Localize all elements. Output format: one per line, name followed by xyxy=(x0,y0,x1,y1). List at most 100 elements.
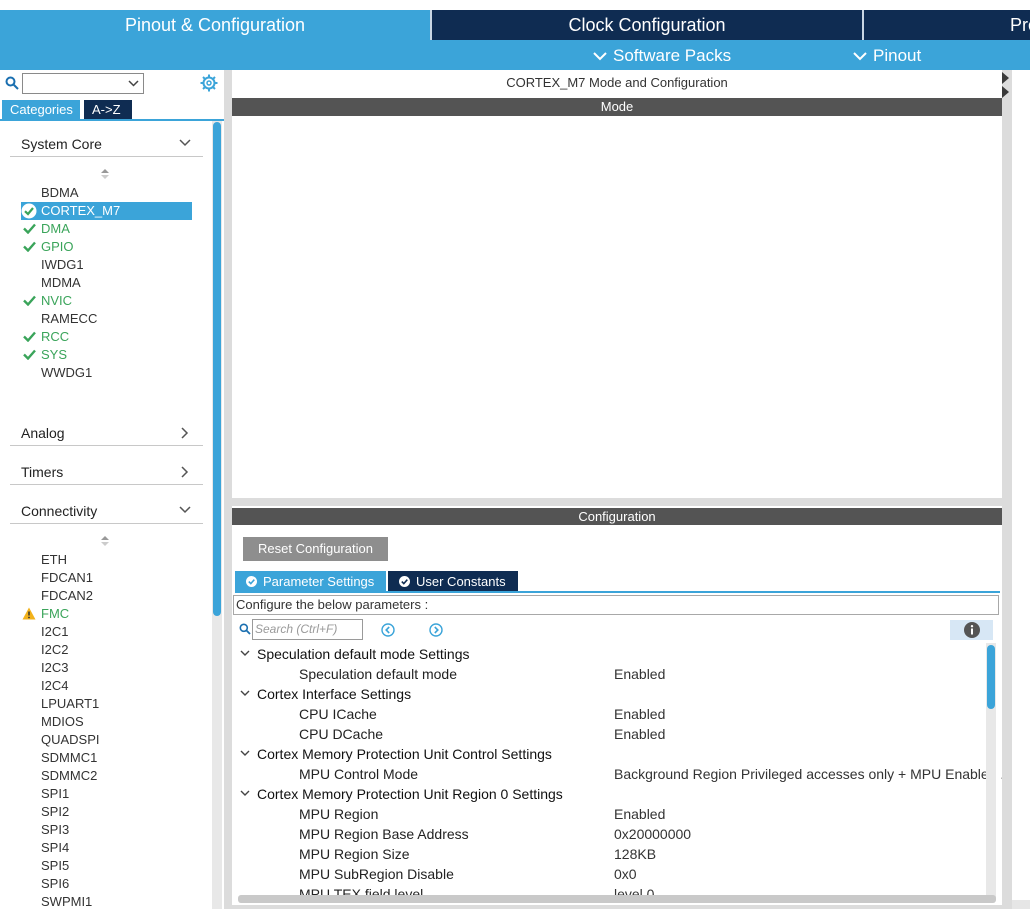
list-item-gpio[interactable]: GPIO xyxy=(23,238,74,256)
item-label: CORTEX_M7 xyxy=(41,203,121,218)
list-item-wwdg1[interactable]: WWDG1 xyxy=(41,364,92,382)
list-item-iwdg1[interactable]: IWDG1 xyxy=(41,256,84,274)
item-label: DMA xyxy=(41,221,70,236)
chevron-down-icon xyxy=(240,690,250,696)
category-analog[interactable]: Analog xyxy=(10,420,203,446)
list-item-i2c1[interactable]: I2C1 xyxy=(41,623,68,641)
software-packs-menu[interactable]: Software Packs xyxy=(593,45,731,67)
tab-pinout-configuration[interactable]: Pinout & Configuration xyxy=(0,10,430,40)
info-button[interactable] xyxy=(950,620,993,640)
param-value[interactable]: level 0 xyxy=(614,884,654,895)
param-row[interactable]: CPU DCache Enabled xyxy=(299,724,989,744)
list-item-spi2[interactable]: SPI2 xyxy=(41,803,69,821)
left-scrollbar-thumb[interactable] xyxy=(213,122,221,616)
section-splitter[interactable] xyxy=(232,498,1002,506)
list-item-eth[interactable]: ETH xyxy=(41,551,67,569)
param-row[interactable]: Speculation default mode Enabled xyxy=(299,664,989,684)
panel-divider[interactable] xyxy=(224,70,232,909)
page-title: CORTEX_M7 Mode and Configuration xyxy=(506,75,728,90)
pinout-menu-label: Pinout xyxy=(873,46,922,65)
category-label: Connectivity xyxy=(21,503,98,519)
previous-match-icon[interactable] xyxy=(381,623,395,637)
list-item-sdmmc2[interactable]: SDMMC2 xyxy=(41,767,97,785)
list-item-quadspi[interactable]: QUADSPI xyxy=(41,731,100,749)
list-item-sdmmc1[interactable]: SDMMC1 xyxy=(41,749,97,767)
list-item-spi6[interactable]: SPI6 xyxy=(41,875,69,893)
tab-categories[interactable]: Categories xyxy=(2,100,80,120)
list-item-nvic[interactable]: NVIC xyxy=(23,292,73,310)
list-item-mdios[interactable]: MDIOS xyxy=(41,713,84,731)
param-row[interactable]: MPU Region Enabled xyxy=(299,804,989,824)
list-item-fdcan2[interactable]: FDCAN2 xyxy=(41,587,93,605)
tab-project-manager[interactable]: Pro xyxy=(864,10,1030,40)
gear-icon[interactable] xyxy=(200,74,218,92)
category-timers[interactable]: Timers xyxy=(10,459,203,485)
param-value[interactable]: Enabled xyxy=(614,804,665,824)
list-item-spi3[interactable]: SPI3 xyxy=(41,821,69,839)
tab-a-to-z[interactable]: A->Z xyxy=(84,100,132,120)
list-item-fdcan1[interactable]: FDCAN1 xyxy=(41,569,93,587)
collapse-arrow-icon[interactable] xyxy=(1002,70,1010,100)
item-label: SPI2 xyxy=(41,804,70,819)
item-label: I2C1 xyxy=(41,624,69,639)
list-item-i2c4[interactable]: I2C4 xyxy=(41,677,68,695)
list-item-dma[interactable]: DMA xyxy=(23,220,70,238)
item-label: NVIC xyxy=(41,293,73,308)
tab-user-constants[interactable]: User Constants xyxy=(388,571,518,592)
item-label: FDCAN1 xyxy=(41,570,94,585)
list-item-cortex-m7[interactable]: CORTEX_M7 xyxy=(21,202,121,220)
parameter-search-input[interactable]: Search (Ctrl+F) xyxy=(252,619,363,640)
param-row[interactable]: MPU Region Size 128KB xyxy=(299,844,989,864)
param-name: CPU DCache xyxy=(299,726,384,742)
next-match-icon[interactable] xyxy=(429,623,443,637)
chevron-down-icon xyxy=(128,80,139,87)
param-value[interactable]: 0x20000000 xyxy=(614,824,691,844)
list-item-spi4[interactable]: SPI4 xyxy=(41,839,69,857)
tab-label: Parameter Settings xyxy=(263,574,375,589)
chevron-right-icon xyxy=(181,466,189,478)
param-name: MPU Region xyxy=(299,806,379,822)
list-item-ramecc[interactable]: RAMECC xyxy=(41,310,97,328)
item-label: FDCAN2 xyxy=(41,588,94,603)
param-value[interactable]: Background Region Privileged accesses on… xyxy=(614,764,1012,784)
param-value[interactable]: 128KB xyxy=(614,844,656,864)
list-item-lpuart1[interactable]: LPUART1 xyxy=(41,695,99,713)
param-value[interactable]: Enabled xyxy=(614,724,665,744)
param-value[interactable]: Enabled xyxy=(614,704,665,724)
list-item-spi1[interactable]: SPI1 xyxy=(41,785,69,803)
check-circle-icon xyxy=(246,576,257,587)
sort-arrows-icon[interactable] xyxy=(100,536,110,546)
list-item-i2c3[interactable]: I2C3 xyxy=(41,659,68,677)
param-row[interactable]: MPU Region Base Address 0x20000000 xyxy=(299,824,989,844)
pinout-menu[interactable]: Pinout xyxy=(853,45,921,67)
category-label: System Core xyxy=(21,136,102,152)
param-value[interactable]: 0x0 xyxy=(614,864,637,884)
chevron-down-icon xyxy=(240,750,250,756)
list-item-sys[interactable]: SYS xyxy=(23,346,67,364)
param-row[interactable]: CPU ICache Enabled xyxy=(299,704,989,724)
param-row[interactable]: MPU Control Mode Background Region Privi… xyxy=(299,764,1012,784)
item-label: SPI6 xyxy=(41,876,70,891)
search-combo-box[interactable] xyxy=(22,73,144,94)
sort-arrows-icon[interactable] xyxy=(100,169,110,179)
list-item-rcc[interactable]: RCC xyxy=(23,328,69,346)
tab-clock-configuration[interactable]: Clock Configuration xyxy=(432,10,862,40)
list-item-i2c2[interactable]: I2C2 xyxy=(41,641,68,659)
param-value[interactable]: Enabled xyxy=(614,664,665,684)
category-system-core[interactable]: System Core xyxy=(10,131,203,157)
warning-icon xyxy=(22,607,36,620)
param-row[interactable]: MPU TEX field level level 0 xyxy=(299,884,989,895)
tab-parameter-settings[interactable]: Parameter Settings xyxy=(235,571,386,592)
list-item-mdma[interactable]: MDMA xyxy=(41,274,81,292)
panel-divider[interactable] xyxy=(1002,70,1012,909)
list-item-swpmi1[interactable]: SWPMI1 xyxy=(41,893,92,911)
item-label: IWDG1 xyxy=(41,257,84,272)
category-connectivity[interactable]: Connectivity xyxy=(10,498,203,524)
reset-configuration-button[interactable]: Reset Configuration xyxy=(243,537,388,561)
list-item-fmc[interactable]: FMC xyxy=(22,605,69,623)
horizontal-scrollbar[interactable] xyxy=(238,895,996,903)
list-item-bdma[interactable]: BDMA xyxy=(41,184,79,202)
param-row[interactable]: MPU SubRegion Disable 0x0 xyxy=(299,864,989,884)
params-scrollbar-thumb[interactable] xyxy=(987,645,995,709)
list-item-spi5[interactable]: SPI5 xyxy=(41,857,69,875)
